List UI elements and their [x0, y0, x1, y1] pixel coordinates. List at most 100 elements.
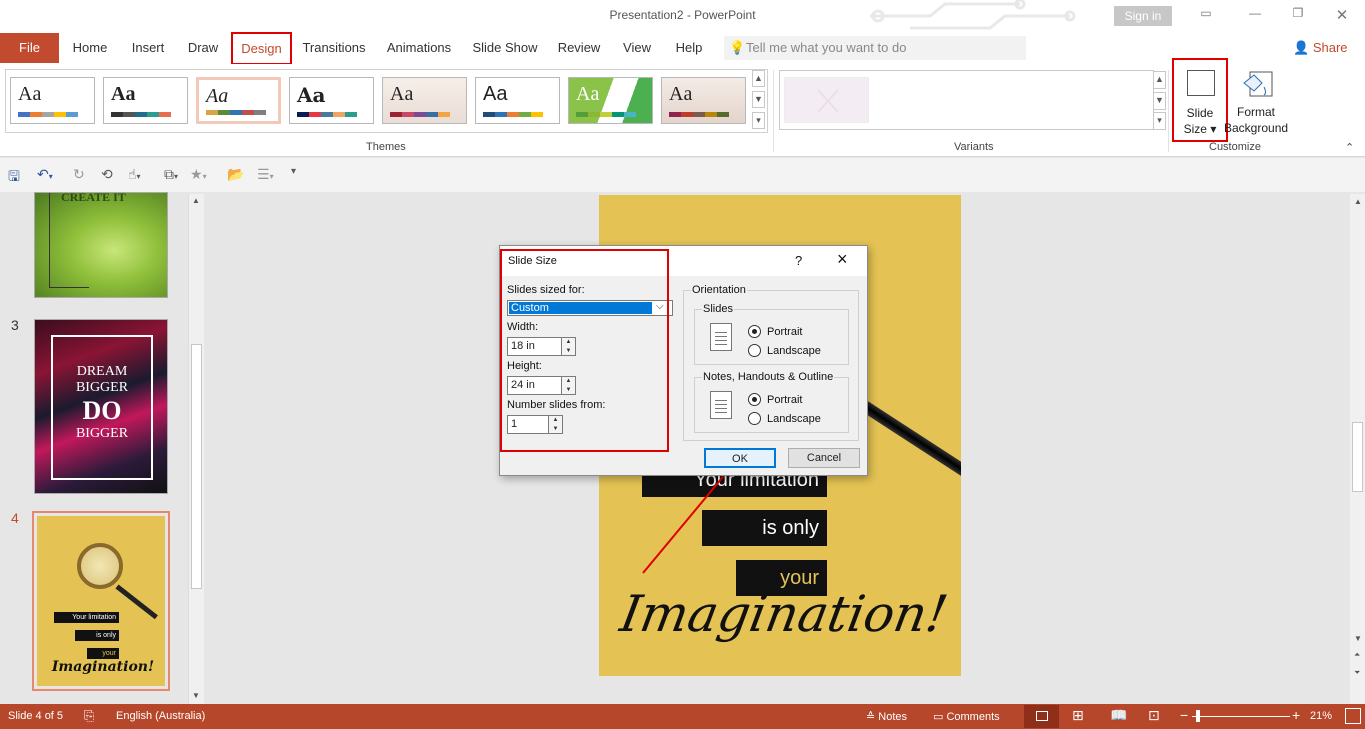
- theme-5[interactable]: Aa: [382, 77, 467, 124]
- slide-size-button[interactable]: Slide Size ▾: [1172, 58, 1228, 142]
- scroll-down-icon[interactable]: ▼: [192, 691, 200, 700]
- notes-portrait-label[interactable]: Portrait: [767, 394, 802, 406]
- main-vertical-scrollbar[interactable]: ▲ ▼ ⏶ ⏷: [1350, 194, 1365, 704]
- open-folder-icon[interactable]: 📂: [227, 166, 244, 183]
- tab-draw[interactable]: Draw: [180, 33, 226, 63]
- thumbnail-scroll-thumb[interactable]: [191, 344, 202, 589]
- format-background-button[interactable]: Format Background: [1224, 66, 1292, 138]
- theme-current[interactable]: Aa: [196, 77, 281, 124]
- scroll-up-icon[interactable]: ▲: [1354, 197, 1362, 206]
- thumb-4-line-4: Imagination!: [51, 659, 155, 675]
- normal-view-button[interactable]: [1024, 705, 1059, 728]
- star-icon[interactable]: ★▾: [190, 166, 207, 183]
- tab-transitions[interactable]: Transitions: [298, 33, 370, 63]
- next-slide-icon[interactable]: ⏷: [1354, 668, 1360, 678]
- normal-view-icon: [1036, 711, 1048, 721]
- sign-in-button[interactable]: Sign in: [1114, 6, 1172, 26]
- notes-landscape-radio[interactable]: [748, 412, 761, 425]
- tell-me-search[interactable]: 💡 Tell me what you want to do: [724, 36, 1026, 60]
- theme-4[interactable]: Aa: [289, 77, 374, 124]
- slides-landscape-label[interactable]: Landscape: [767, 345, 821, 357]
- close-window-icon[interactable]: ✕: [1332, 6, 1352, 24]
- touch-mode-icon[interactable]: ☝▾: [128, 166, 141, 183]
- variant-empty-thumbnail[interactable]: [784, 77, 869, 123]
- ribbon-divider: [773, 70, 774, 152]
- language-status[interactable]: English (Australia): [116, 710, 205, 722]
- themes-scroll-up-icon[interactable]: ▲: [752, 70, 765, 87]
- slide-thumbnail-3[interactable]: DREAM BIGGER DO BIGGER: [34, 319, 168, 494]
- slide-show-view-icon[interactable]: ⊡: [1148, 707, 1160, 724]
- zoom-in-icon[interactable]: +: [1292, 707, 1300, 723]
- restore-icon[interactable]: ❐: [1288, 6, 1308, 24]
- tab-review[interactable]: Review: [553, 33, 605, 63]
- tell-me-placeholder: Tell me what you want to do: [746, 40, 907, 55]
- tab-insert[interactable]: Insert: [122, 33, 174, 63]
- main-scroll-thumb[interactable]: [1352, 422, 1363, 492]
- cancel-button[interactable]: Cancel: [788, 448, 860, 468]
- slides-portrait-label[interactable]: Portrait: [767, 326, 802, 338]
- dialog-close-button[interactable]: ×: [837, 249, 848, 270]
- tab-home[interactable]: Home: [64, 33, 116, 63]
- notes-button[interactable]: ≙ Notes: [866, 710, 907, 723]
- slide-text-line-4: Imagination!: [616, 585, 952, 643]
- theme-8[interactable]: Aa: [661, 77, 746, 124]
- tab-slide-show[interactable]: Slide Show: [467, 33, 543, 63]
- theme-7[interactable]: Aa: [568, 77, 653, 124]
- share-label: Share: [1312, 40, 1348, 55]
- collapse-ribbon-icon[interactable]: ⌃: [1345, 141, 1354, 154]
- notes-landscape-label[interactable]: Landscape: [767, 413, 821, 425]
- thumbnail-scrollbar[interactable]: ▲ ▼: [188, 194, 204, 704]
- thumb-2-text: CREATE IT: [61, 192, 126, 204]
- variants-scroll-up-icon[interactable]: ▲: [1153, 71, 1166, 89]
- variants-scroll-down-icon[interactable]: ▼: [1153, 92, 1166, 110]
- scroll-down-icon[interactable]: ▼: [1354, 634, 1362, 643]
- theme-office[interactable]: Aa: [10, 77, 95, 124]
- help-button[interactable]: ?: [795, 253, 802, 268]
- bullets-icon[interactable]: ☰▾: [257, 166, 274, 183]
- spelling-check-icon[interactable]: ⎘: [84, 708, 94, 724]
- theme-office-2[interactable]: Aa: [103, 77, 188, 124]
- customize-qat-icon[interactable]: ▾: [291, 166, 296, 177]
- themes-more-icon[interactable]: ▾: [752, 112, 765, 129]
- theme-6[interactable]: Aa: [475, 77, 560, 124]
- zoom-out-icon[interactable]: −: [1180, 707, 1188, 723]
- slideshow-icon[interactable]: ⧉▾: [164, 166, 178, 183]
- notes-portrait-radio[interactable]: [748, 393, 761, 406]
- start-from-beginning-icon[interactable]: ⟲: [101, 166, 113, 183]
- theme-sample-text: Aa: [18, 83, 42, 105]
- reading-view-icon[interactable]: 📖: [1110, 707, 1127, 724]
- tab-view[interactable]: View: [615, 33, 659, 63]
- slide-sorter-icon[interactable]: ⊞: [1072, 707, 1084, 724]
- comments-button[interactable]: ▭ Comments: [933, 710, 1000, 723]
- tab-design[interactable]: Design: [231, 32, 292, 65]
- tab-animations[interactable]: Animations: [380, 33, 458, 63]
- ok-button[interactable]: OK: [704, 448, 776, 468]
- share-button[interactable]: 👤 Share: [1293, 40, 1348, 56]
- notes-group-label: Notes, Handouts & Outline: [702, 371, 835, 383]
- orientation-label: Orientation: [691, 284, 747, 296]
- scroll-up-icon[interactable]: ▲: [192, 196, 200, 205]
- zoom-slider-thumb[interactable]: [1196, 710, 1200, 722]
- redo-icon[interactable]: ↻: [73, 166, 85, 183]
- slide-thumbnail-2[interactable]: CREATE IT: [34, 192, 168, 298]
- variants-more-icon[interactable]: ▾: [1153, 112, 1166, 130]
- zoom-slider-track[interactable]: [1192, 716, 1290, 717]
- tab-file[interactable]: File: [0, 33, 59, 63]
- slide-number-3: 3: [11, 317, 19, 333]
- themes-group-label: Themes: [366, 141, 406, 153]
- slides-landscape-radio[interactable]: [748, 344, 761, 357]
- tab-help[interactable]: Help: [669, 33, 709, 63]
- ribbon-display-options-icon[interactable]: ▭: [1196, 6, 1216, 24]
- slides-portrait-radio[interactable]: [748, 325, 761, 338]
- undo-icon[interactable]: ↶▾: [37, 166, 53, 183]
- slide-thumbnail-4-selected[interactable]: Your limitation is only your Imagination…: [32, 511, 170, 691]
- previous-slide-icon[interactable]: ⏶: [1354, 650, 1360, 660]
- zoom-level[interactable]: 21%: [1310, 710, 1332, 722]
- theme-sample-text: Aa: [669, 83, 693, 105]
- minimize-icon[interactable]: —: [1245, 6, 1265, 24]
- fit-to-window-icon[interactable]: [1345, 708, 1361, 724]
- thumb-3-line-4: BIGGER: [75, 426, 129, 441]
- dialog-highlight-box: [500, 249, 669, 452]
- themes-scroll-down-icon[interactable]: ▼: [752, 91, 765, 108]
- save-icon[interactable]: 🖫: [8, 166, 20, 190]
